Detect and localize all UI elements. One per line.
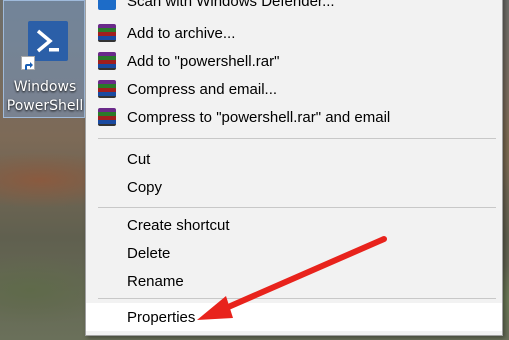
menu-item-rename[interactable]: Rename — [86, 267, 502, 295]
menu-item-label: Create shortcut — [127, 216, 230, 234]
menu-item-properties[interactable]: Properties — [86, 303, 502, 331]
powershell-icon — [28, 21, 68, 61]
menu-item-compress-and-email[interactable]: Compress and email... — [86, 75, 502, 103]
menu-item-compress-to-rar-and-email[interactable]: Compress to "powershell.rar" and email — [86, 103, 502, 131]
menu-item-label: Add to "powershell.rar" — [127, 52, 280, 70]
winrar-icon — [98, 108, 116, 126]
menu-item-delete[interactable]: Delete — [86, 239, 502, 267]
defender-icon — [98, 0, 116, 10]
menu-item-add-to-powershell-rar[interactable]: Add to "powershell.rar" — [86, 47, 502, 75]
menu-item-add-to-archive[interactable]: Add to archive... — [86, 19, 502, 47]
menu-item-create-shortcut[interactable]: Create shortcut — [86, 211, 502, 239]
menu-separator — [98, 207, 496, 208]
menu-item-copy[interactable]: Copy — [86, 173, 502, 201]
shortcut-arrow-icon — [21, 56, 35, 70]
menu-item-label: Copy — [127, 178, 163, 196]
menu-item-label: Cut — [127, 150, 151, 168]
menu-separator — [98, 138, 496, 139]
menu-item-cut[interactable]: Cut — [86, 145, 502, 173]
menu-item-label: Compress to "powershell.rar" and email — [127, 108, 391, 126]
winrar-icon — [98, 80, 116, 98]
menu-item-label: Scan with Windows Defender... — [127, 0, 335, 10]
menu-item-label: Compress and email... — [127, 80, 278, 98]
desktop-shortcut-powershell[interactable]: Windows PowerShell — [3, 0, 85, 118]
winrar-icon — [98, 24, 116, 42]
context-menu: Scan with Windows Defender... Add to arc… — [85, 0, 503, 336]
winrar-icon — [98, 52, 116, 70]
menu-item-label: Add to archive... — [127, 24, 236, 42]
menu-item-label: Properties — [127, 308, 196, 326]
menu-item-label: Rename — [127, 272, 184, 290]
menu-item-scan-defender[interactable]: Scan with Windows Defender... — [86, 0, 502, 15]
desktop-icon-label: Windows PowerShell — [6, 79, 84, 114]
menu-separator — [98, 298, 496, 299]
menu-item-label: Delete — [127, 244, 171, 262]
